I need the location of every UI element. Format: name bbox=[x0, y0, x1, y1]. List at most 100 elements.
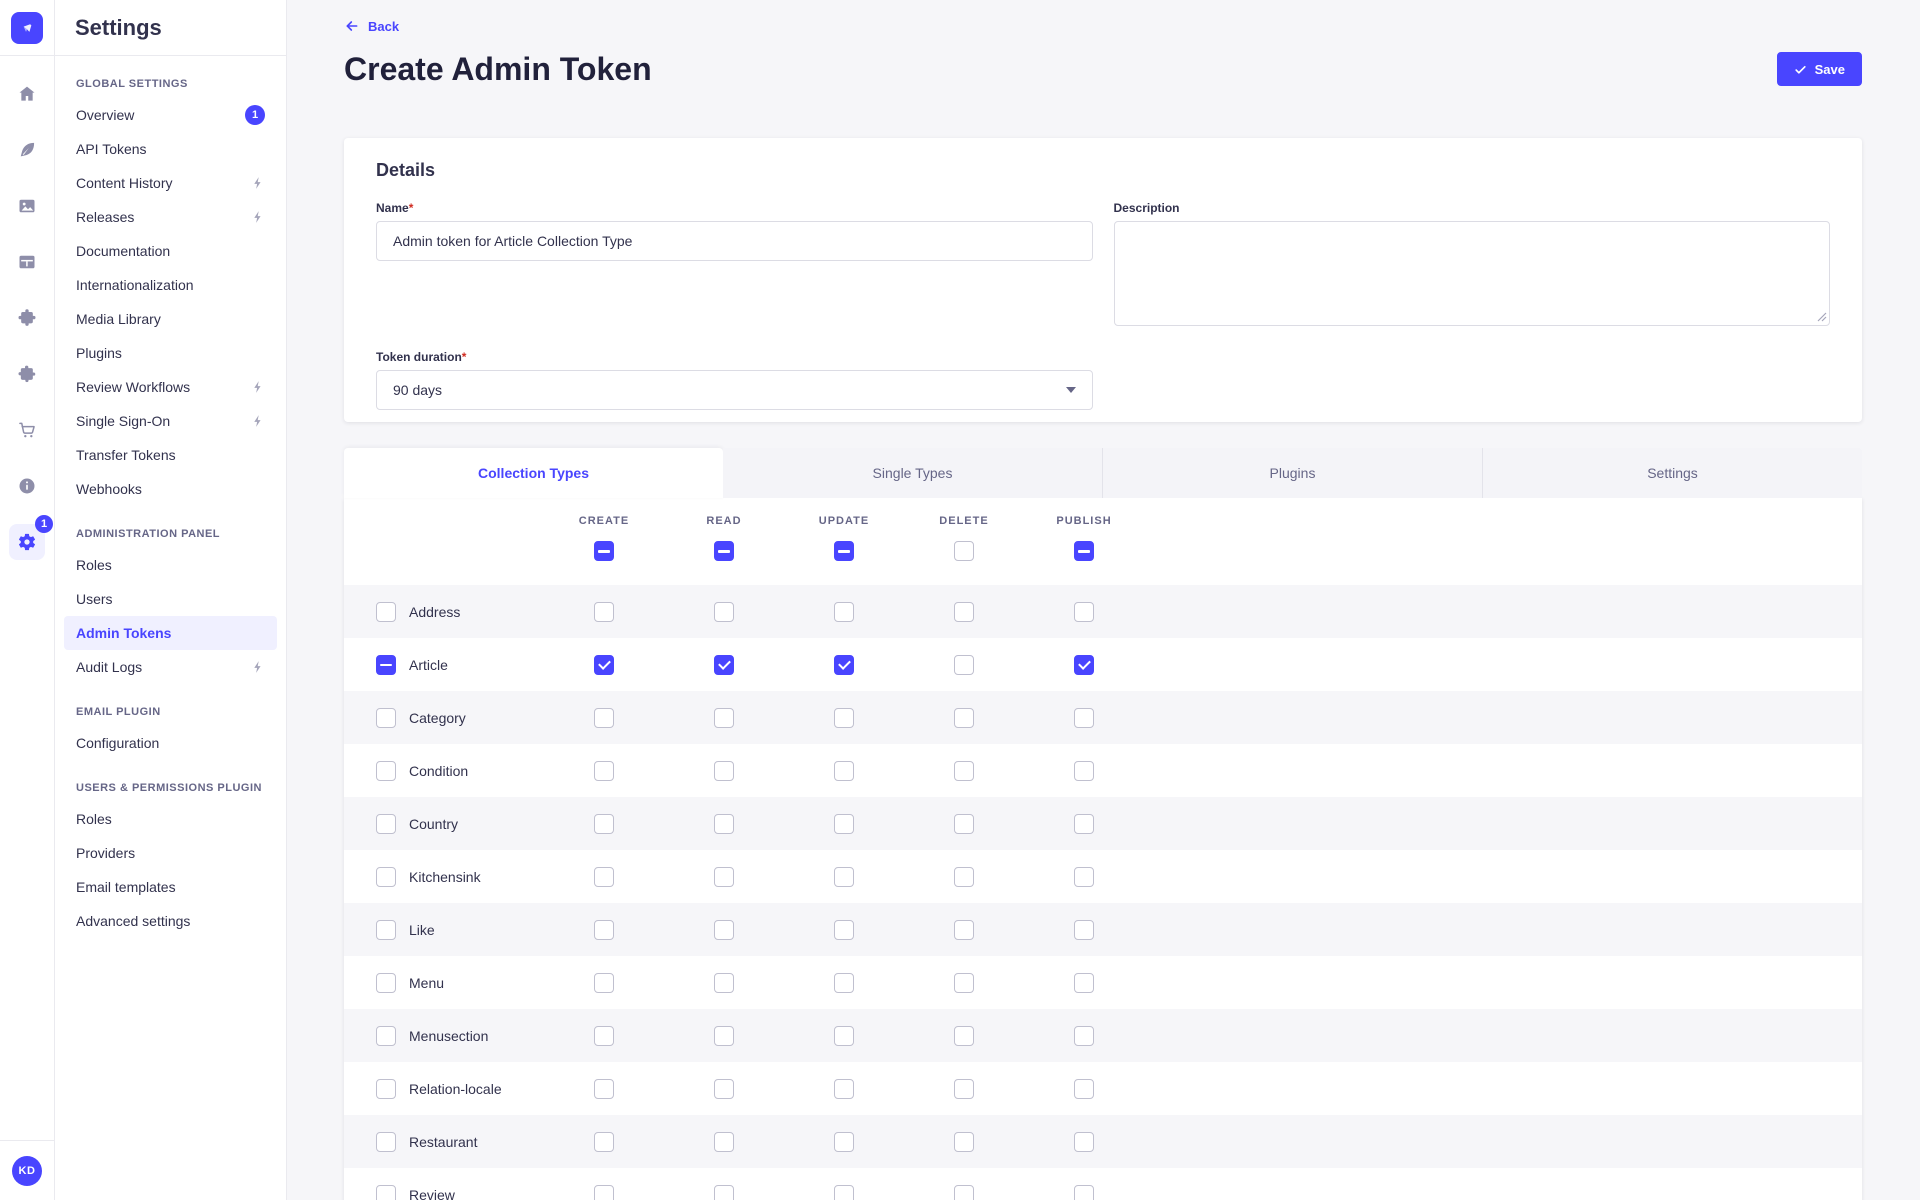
read-checkbox[interactable] bbox=[714, 1185, 734, 1200]
publish-checkbox[interactable] bbox=[1074, 1185, 1094, 1200]
update-checkbox[interactable] bbox=[834, 867, 854, 887]
select-all-create-checkbox[interactable] bbox=[594, 541, 614, 561]
sidebar-item-transfer-tokens[interactable]: Transfer Tokens bbox=[64, 438, 277, 472]
rail-home-icon[interactable] bbox=[15, 82, 39, 106]
rail-cart-icon[interactable] bbox=[15, 418, 39, 442]
sidebar-item-roles[interactable]: Roles bbox=[64, 548, 277, 582]
rail-marketplace-puzzle-icon[interactable] bbox=[15, 362, 39, 386]
create-checkbox[interactable] bbox=[594, 867, 614, 887]
avatar[interactable]: KD bbox=[12, 1156, 42, 1186]
rail-media-library-icon[interactable] bbox=[15, 194, 39, 218]
select-all-delete-checkbox[interactable] bbox=[954, 541, 974, 561]
row-select-checkbox[interactable] bbox=[376, 761, 396, 781]
delete-checkbox[interactable] bbox=[954, 602, 974, 622]
token-duration-select[interactable]: 90 days bbox=[376, 370, 1093, 410]
row-select-checkbox[interactable] bbox=[376, 920, 396, 940]
publish-checkbox[interactable] bbox=[1074, 602, 1094, 622]
delete-checkbox[interactable] bbox=[954, 973, 974, 993]
create-checkbox[interactable] bbox=[594, 973, 614, 993]
create-checkbox[interactable] bbox=[594, 920, 614, 940]
row-select-checkbox[interactable] bbox=[376, 708, 396, 728]
sidebar-item-configuration[interactable]: Configuration bbox=[64, 726, 277, 760]
create-checkbox[interactable] bbox=[594, 1185, 614, 1200]
read-checkbox[interactable] bbox=[714, 1132, 734, 1152]
sidebar-item-api-tokens[interactable]: API Tokens bbox=[64, 132, 277, 166]
select-all-read-checkbox[interactable] bbox=[714, 541, 734, 561]
create-checkbox[interactable] bbox=[594, 1132, 614, 1152]
update-checkbox[interactable] bbox=[834, 708, 854, 728]
delete-checkbox[interactable] bbox=[954, 1132, 974, 1152]
row-select-checkbox[interactable] bbox=[376, 867, 396, 887]
publish-checkbox[interactable] bbox=[1074, 708, 1094, 728]
publish-checkbox[interactable] bbox=[1074, 867, 1094, 887]
sidebar-item-users[interactable]: Users bbox=[64, 582, 277, 616]
sidebar-item-plugins[interactable]: Plugins bbox=[64, 336, 277, 370]
row-select-checkbox[interactable] bbox=[376, 1026, 396, 1046]
delete-checkbox[interactable] bbox=[954, 867, 974, 887]
row-select-checkbox[interactable] bbox=[376, 973, 396, 993]
sidebar-item-single-sign-on[interactable]: Single Sign-On bbox=[64, 404, 277, 438]
sidebar-item-advanced-settings[interactable]: Advanced settings bbox=[64, 904, 277, 938]
rail-content-manager-feather-icon[interactable] bbox=[15, 138, 39, 162]
create-checkbox[interactable] bbox=[594, 655, 614, 675]
read-checkbox[interactable] bbox=[714, 973, 734, 993]
update-checkbox[interactable] bbox=[834, 1079, 854, 1099]
delete-checkbox[interactable] bbox=[954, 1026, 974, 1046]
delete-checkbox[interactable] bbox=[954, 655, 974, 675]
create-checkbox[interactable] bbox=[594, 1026, 614, 1046]
read-checkbox[interactable] bbox=[714, 602, 734, 622]
publish-checkbox[interactable] bbox=[1074, 920, 1094, 940]
read-checkbox[interactable] bbox=[714, 1079, 734, 1099]
sidebar-item-email-templates[interactable]: Email templates bbox=[64, 870, 277, 904]
row-select-checkbox[interactable] bbox=[376, 1079, 396, 1099]
sidebar-item-releases[interactable]: Releases bbox=[64, 200, 277, 234]
back-link[interactable]: Back bbox=[344, 18, 399, 34]
sidebar-item-overview[interactable]: Overview1 bbox=[64, 98, 277, 132]
delete-checkbox[interactable] bbox=[954, 1079, 974, 1099]
rail-info-icon[interactable] bbox=[15, 474, 39, 498]
sidebar-item-review-workflows[interactable]: Review Workflows bbox=[64, 370, 277, 404]
row-select-checkbox[interactable] bbox=[376, 814, 396, 834]
tab-settings[interactable]: Settings bbox=[1483, 448, 1862, 498]
name-input[interactable] bbox=[376, 221, 1093, 261]
sidebar-item-webhooks[interactable]: Webhooks bbox=[64, 472, 277, 506]
select-all-publish-checkbox[interactable] bbox=[1074, 541, 1094, 561]
select-all-update-checkbox[interactable] bbox=[834, 541, 854, 561]
create-checkbox[interactable] bbox=[594, 761, 614, 781]
tab-single-types[interactable]: Single Types bbox=[723, 448, 1103, 498]
sidebar-item-content-history[interactable]: Content History bbox=[64, 166, 277, 200]
read-checkbox[interactable] bbox=[714, 920, 734, 940]
strapi-logo[interactable] bbox=[11, 12, 43, 44]
row-select-checkbox[interactable] bbox=[376, 1185, 396, 1200]
rail-plugin-puzzle-icon[interactable] bbox=[15, 306, 39, 330]
create-checkbox[interactable] bbox=[594, 1079, 614, 1099]
create-checkbox[interactable] bbox=[594, 708, 614, 728]
publish-checkbox[interactable] bbox=[1074, 814, 1094, 834]
save-button[interactable]: Save bbox=[1777, 52, 1862, 86]
delete-checkbox[interactable] bbox=[954, 814, 974, 834]
publish-checkbox[interactable] bbox=[1074, 761, 1094, 781]
update-checkbox[interactable] bbox=[834, 814, 854, 834]
update-checkbox[interactable] bbox=[834, 655, 854, 675]
read-checkbox[interactable] bbox=[714, 867, 734, 887]
row-select-checkbox[interactable] bbox=[376, 602, 396, 622]
sidebar-item-roles[interactable]: Roles bbox=[64, 802, 277, 836]
resize-handle-icon[interactable] bbox=[1817, 312, 1827, 322]
create-checkbox[interactable] bbox=[594, 602, 614, 622]
read-checkbox[interactable] bbox=[714, 655, 734, 675]
description-textarea[interactable] bbox=[1114, 221, 1831, 326]
read-checkbox[interactable] bbox=[714, 1026, 734, 1046]
sidebar-item-audit-logs[interactable]: Audit Logs bbox=[64, 650, 277, 684]
delete-checkbox[interactable] bbox=[954, 761, 974, 781]
delete-checkbox[interactable] bbox=[954, 1185, 974, 1200]
row-select-checkbox[interactable] bbox=[376, 1132, 396, 1152]
delete-checkbox[interactable] bbox=[954, 920, 974, 940]
sidebar-item-providers[interactable]: Providers bbox=[64, 836, 277, 870]
update-checkbox[interactable] bbox=[834, 1132, 854, 1152]
update-checkbox[interactable] bbox=[834, 1185, 854, 1200]
publish-checkbox[interactable] bbox=[1074, 1132, 1094, 1152]
sidebar-item-admin-tokens[interactable]: Admin Tokens bbox=[64, 616, 277, 650]
create-checkbox[interactable] bbox=[594, 814, 614, 834]
update-checkbox[interactable] bbox=[834, 973, 854, 993]
update-checkbox[interactable] bbox=[834, 761, 854, 781]
